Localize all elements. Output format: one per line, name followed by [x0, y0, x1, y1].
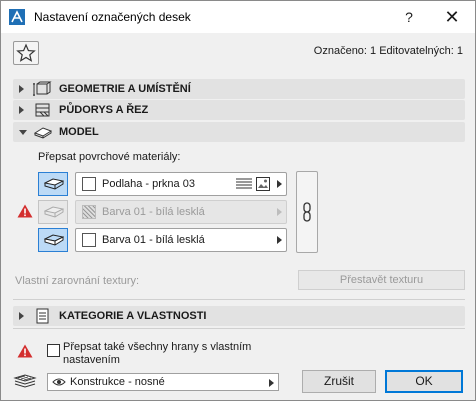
layer-value: Konstrukce - nosné	[70, 376, 165, 388]
title-bar: Nastavení označených desek ? ✕	[1, 1, 475, 33]
override-edges-label: Přepsat také všechny hrany s vlastním na…	[63, 341, 252, 366]
archicad-logo-icon	[9, 9, 25, 25]
hatch-pattern-icon	[236, 178, 252, 189]
material-field-bottom[interactable]: Barva 01 - bílá lesklá	[75, 228, 287, 252]
link-materials-button[interactable]	[296, 171, 318, 253]
slab-edge-surface-icon	[44, 206, 64, 218]
bottom-surface-toggle[interactable]	[38, 228, 68, 252]
expand-arrow-icon	[19, 85, 24, 93]
section-geometry[interactable]: GEOMETRIE A UMÍSTĚNÍ	[13, 79, 465, 99]
selection-info: Označeno: 1 Editovatelných: 1	[313, 45, 463, 57]
texture-alignment-label: Vlastní zarovnání textury:	[15, 275, 140, 287]
window-title: Nastavení označených desek	[34, 10, 191, 24]
material-name: Barva 01 - bílá lesklá	[102, 234, 205, 246]
rebuild-texture-button: Přestavět texturu	[298, 270, 465, 290]
expand-arrow-icon	[19, 106, 24, 114]
edge-surface-toggle[interactable]	[38, 200, 68, 224]
material-picker-arrow-icon	[277, 208, 282, 216]
cancel-button[interactable]: Zrušit	[302, 370, 376, 393]
close-button[interactable]: ✕	[429, 1, 475, 33]
warning-icon	[17, 344, 33, 358]
material-name: Barva 01 - bílá lesklá	[102, 206, 205, 218]
model-icon	[33, 127, 53, 139]
layer-dropdown[interactable]: Konstrukce - nosné	[47, 373, 279, 391]
help-button[interactable]: ?	[391, 1, 427, 33]
override-edges-checkbox[interactable]	[47, 344, 60, 357]
material-picker-arrow-icon	[277, 236, 282, 244]
section-floorplan[interactable]: PŮDORYS A ŘEZ	[13, 100, 465, 120]
properties-list-icon	[36, 308, 49, 324]
texture-preview-icon	[256, 177, 270, 191]
dropdown-arrow-icon	[269, 379, 274, 387]
ok-button[interactable]: OK	[385, 370, 463, 393]
material-swatch	[82, 177, 96, 191]
override-materials-label: Přepsat povrchové materiály:	[38, 151, 181, 163]
warning-icon	[17, 204, 33, 218]
section-geometry-label: GEOMETRIE A UMÍSTĚNÍ	[59, 83, 191, 95]
collapse-arrow-icon	[19, 130, 27, 135]
material-name: Podlaha - prkna 03	[102, 178, 195, 190]
chain-link-icon	[303, 202, 311, 222]
section-model[interactable]: MODEL	[13, 122, 465, 142]
material-swatch	[82, 205, 96, 219]
section-model-label: MODEL	[59, 126, 99, 138]
material-picker-arrow-icon	[277, 180, 282, 188]
top-surface-toggle[interactable]	[38, 172, 68, 196]
slab-bottom-surface-icon	[44, 234, 64, 246]
divider	[13, 299, 465, 300]
favorites-button[interactable]	[13, 41, 39, 65]
slab-top-surface-icon	[44, 178, 64, 190]
material-swatch	[82, 233, 96, 247]
star-icon	[16, 43, 36, 62]
section-category-label: KATEGORIE A VLASTNOSTI	[59, 310, 207, 322]
floorplan-icon	[35, 103, 50, 117]
section-floorplan-label: PŮDORYS A ŘEZ	[59, 104, 149, 116]
dialog-window: Nastavení označených desek ? ✕ Označeno:…	[0, 0, 476, 401]
eye-icon	[52, 378, 66, 386]
section-category[interactable]: KATEGORIE A VLASTNOSTI	[13, 306, 465, 326]
material-field-top[interactable]: Podlaha - prkna 03	[75, 172, 287, 196]
expand-arrow-icon	[19, 312, 24, 320]
geometry-icon	[33, 81, 52, 96]
layers-icon	[13, 374, 37, 388]
divider	[13, 328, 465, 329]
material-field-edge: Barva 01 - bílá lesklá	[75, 200, 287, 224]
